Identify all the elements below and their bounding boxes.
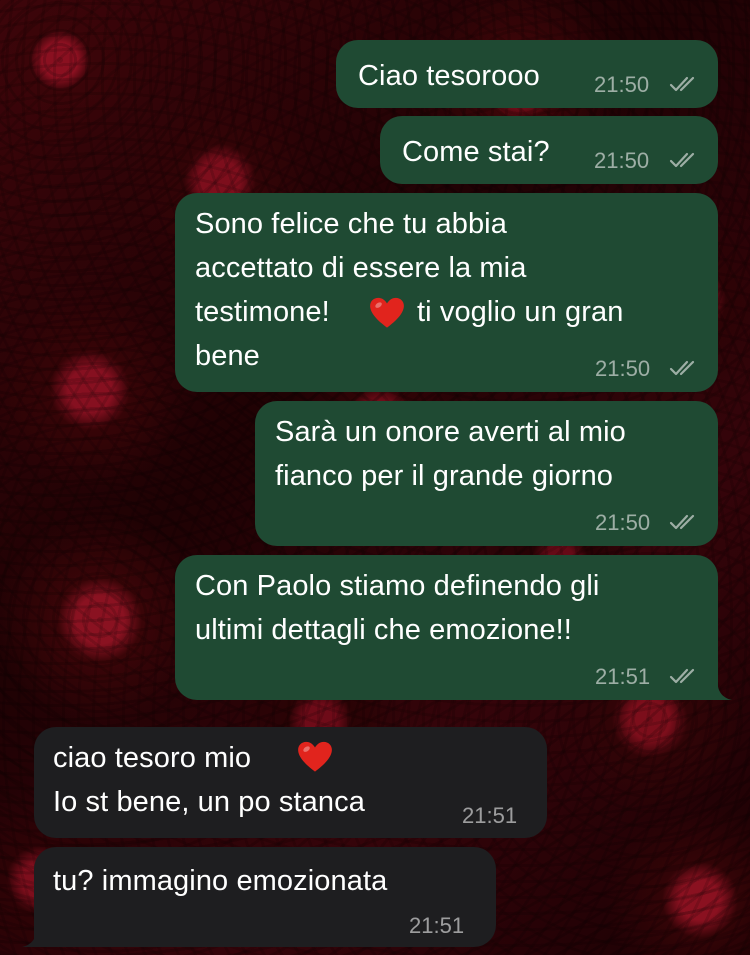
- message-bubble-outgoing[interactable]: Con Paolo stiamo definendo gli ultimi de…: [175, 555, 718, 700]
- read-double-check-icon: [669, 514, 695, 530]
- read-double-check-icon: [669, 152, 695, 168]
- red-heart-emoji-icon: [370, 297, 404, 328]
- message-bubble-outgoing[interactable]: Sarà un onore averti al mio fianco per i…: [255, 401, 718, 546]
- message-time: 21:50: [595, 356, 651, 381]
- message-text-line: fianco per il grande giorno: [275, 460, 614, 492]
- message-text-line: ti voglio un gran: [417, 296, 624, 328]
- message-text: tu? immagino emozionata: [53, 865, 388, 897]
- message-text-line: testimone!: [195, 296, 330, 328]
- message-text-line: Con Paolo stiamo definendo gli: [195, 570, 600, 602]
- message-text-line: bene: [195, 340, 260, 372]
- message-bubble-outgoing[interactable]: Sono felice che tu abbia accettato di es…: [175, 193, 718, 392]
- message-time: 21:51: [409, 913, 465, 938]
- message-time: 21:50: [594, 148, 650, 173]
- message-text-line: ultimi dettagli che emozione!!: [195, 614, 572, 646]
- read-double-check-icon: [669, 76, 695, 92]
- message-text-line: ciao tesoro mio: [53, 742, 252, 774]
- message-time: 21:51: [462, 803, 518, 828]
- message-bubble-incoming[interactable]: tu? immagino emozionata 21:51: [34, 847, 496, 947]
- message-text-line: Sarà un onore averti al mio: [275, 416, 626, 448]
- message-time: 21:50: [594, 72, 650, 97]
- read-double-check-icon: [669, 360, 695, 376]
- message-bubble-outgoing[interactable]: Come stai? 21:50: [380, 116, 718, 184]
- read-double-check-icon: [669, 668, 695, 684]
- message-text-line: Io st bene, un po stanca: [53, 786, 365, 818]
- message-time: 21:51: [595, 664, 651, 689]
- message-text-line: Sono felice che tu abbia: [195, 208, 507, 240]
- bubble-tail-outgoing: [712, 678, 732, 700]
- chat-thread[interactable]: Ciao tesorooo 21:50 Come stai? 21:50 Son…: [0, 0, 750, 955]
- message-text: Come stai?: [402, 136, 550, 168]
- message-text-line: accettato di essere la mia: [195, 252, 527, 284]
- message-text: Ciao tesorooo: [358, 60, 540, 92]
- message-bubble-incoming[interactable]: ciao tesoro mio Io st bene, un po stanca…: [34, 727, 547, 838]
- bubble-tail-incoming: [22, 925, 42, 947]
- message-bubble-outgoing[interactable]: Ciao tesorooo 21:50: [336, 40, 718, 108]
- message-time: 21:50: [595, 510, 651, 535]
- red-heart-emoji-icon: [298, 741, 332, 772]
